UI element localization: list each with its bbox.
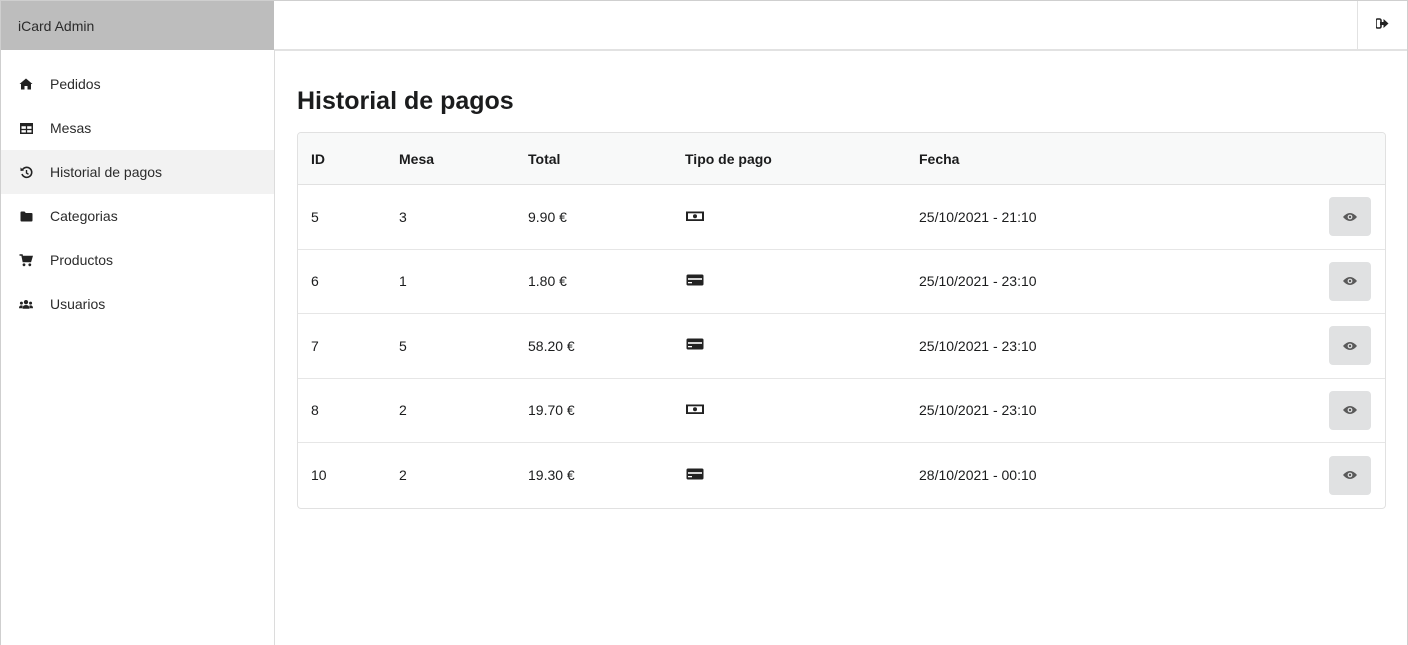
- cell-total: 58.20 €: [528, 337, 575, 354]
- sidebar-item-label: Mesas: [50, 120, 92, 136]
- cell-id: 7: [311, 337, 319, 354]
- brand-title: iCard Admin: [18, 17, 95, 34]
- cell-actions: [1315, 197, 1385, 237]
- cell-fecha: 25/10/2021 - 23:10: [919, 337, 1037, 354]
- cell-mesa: 1: [399, 273, 407, 290]
- cell-id: 10: [311, 467, 327, 484]
- cell-tipo-de-pago: [672, 337, 906, 354]
- eye-icon: [1342, 467, 1358, 483]
- eye-icon: [1342, 273, 1358, 289]
- payments-table: ID Mesa Total Tipo de pago Fecha 5 3 9.9…: [297, 132, 1386, 509]
- credit-card-icon: [685, 468, 705, 484]
- cell-id: 6: [311, 273, 319, 290]
- table-row: 6 1 1.80 € 25/10/2021 - 23:10: [298, 250, 1385, 314]
- cell-tipo-de-pago: [672, 209, 906, 225]
- sidebar-item-categorias[interactable]: Categorias: [1, 194, 274, 238]
- page-title: Historial de pagos: [297, 87, 514, 115]
- table-row: 8 2 19.70 € 25/10/2021 - 23:10: [298, 379, 1385, 443]
- cell-total: 19.70 €: [528, 402, 575, 419]
- view-payment-button[interactable]: [1329, 261, 1371, 301]
- view-payment-button[interactable]: [1329, 455, 1371, 495]
- view-payment-button[interactable]: [1329, 390, 1371, 430]
- column-header-tipo-de-pago: Tipo de pago: [685, 150, 772, 167]
- cell-mesa: 2: [399, 402, 407, 419]
- eye-icon: [1342, 338, 1358, 354]
- cell-mesa: 2: [399, 467, 407, 484]
- history-icon: [19, 165, 33, 179]
- cell-tipo-de-pago: [672, 273, 906, 290]
- table-header: ID Mesa Total Tipo de pago Fecha: [298, 133, 1385, 185]
- cell-fecha: 28/10/2021 - 00:10: [919, 467, 1037, 484]
- sidebar-item-pedidos[interactable]: Pedidos: [1, 62, 274, 106]
- credit-card-icon: [685, 274, 705, 290]
- credit-card-icon: [685, 338, 705, 354]
- cell-mesa: 3: [399, 208, 407, 225]
- top-bar: [274, 1, 1407, 51]
- sidebar-item-label: Pedidos: [50, 76, 101, 92]
- column-header-id: ID: [311, 150, 325, 167]
- sidebar: Pedidos Mesas Historial de pagos Categor…: [1, 50, 275, 645]
- cell-fecha: 25/10/2021 - 21:10: [919, 208, 1037, 225]
- main-content: Historial de pagos ID Mesa Total Tipo de…: [297, 51, 1386, 509]
- cash-icon: [685, 209, 705, 225]
- cell-actions: [1315, 261, 1385, 301]
- view-payment-button[interactable]: [1329, 326, 1371, 366]
- cell-total: 1.80 €: [528, 273, 567, 290]
- table-icon: [19, 121, 33, 135]
- sidebar-item-label: Productos: [50, 252, 114, 268]
- column-header-total: Total: [528, 150, 561, 167]
- cell-actions: [1315, 455, 1385, 495]
- folder-icon: [19, 209, 33, 223]
- table-row: 7 5 58.20 € 25/10/2021 - 23:10: [298, 314, 1385, 379]
- cart-icon: [19, 253, 33, 267]
- cell-fecha: 25/10/2021 - 23:10: [919, 402, 1037, 419]
- cell-actions: [1315, 326, 1385, 366]
- sidebar-item-label: Historial de pagos: [50, 164, 163, 180]
- brand-header[interactable]: iCard Admin: [1, 1, 274, 50]
- cell-id: 5: [311, 208, 319, 225]
- column-header-fecha: Fecha: [919, 150, 960, 167]
- cell-fecha: 25/10/2021 - 23:10: [919, 273, 1037, 290]
- cell-total: 19.30 €: [528, 467, 575, 484]
- cash-icon: [685, 402, 705, 418]
- cell-tipo-de-pago: [672, 402, 906, 418]
- sidebar-item-label: Usuarios: [50, 296, 106, 312]
- sidebar-item-productos[interactable]: Productos: [1, 238, 274, 282]
- cell-tipo-de-pago: [672, 467, 906, 484]
- cell-actions: [1315, 390, 1385, 430]
- column-header-mesa: Mesa: [399, 150, 435, 167]
- users-icon: [19, 297, 33, 311]
- table-row: 10 2 19.30 € 28/10/2021 - 00:10: [298, 443, 1385, 508]
- logout-button[interactable]: [1357, 1, 1407, 49]
- sidebar-item-usuarios[interactable]: Usuarios: [1, 282, 274, 326]
- cell-id: 8: [311, 402, 319, 419]
- eye-icon: [1342, 402, 1358, 418]
- eye-icon: [1342, 209, 1358, 225]
- sidebar-item-historial-de-pagos[interactable]: Historial de pagos: [1, 150, 274, 194]
- sidebar-item-mesas[interactable]: Mesas: [1, 106, 274, 150]
- view-payment-button[interactable]: [1329, 197, 1371, 237]
- sidebar-item-label: Categorias: [50, 208, 118, 224]
- sign-out-icon: [1375, 16, 1389, 34]
- table-row: 5 3 9.90 € 25/10/2021 - 21:10: [298, 185, 1385, 250]
- cell-total: 9.90 €: [528, 208, 567, 225]
- home-icon: [19, 77, 33, 91]
- cell-mesa: 5: [399, 337, 407, 354]
